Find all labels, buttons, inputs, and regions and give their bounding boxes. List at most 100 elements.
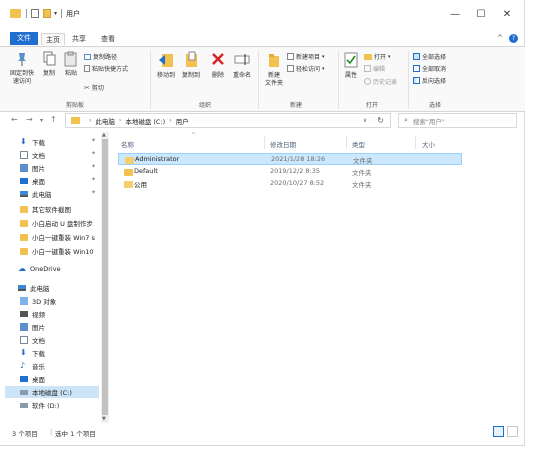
pin-icon[interactable]: ✦ bbox=[91, 150, 96, 157]
select-all-button[interactable]: 全部选择 bbox=[413, 52, 446, 61]
nav-item-videos[interactable]: 视频 bbox=[20, 308, 100, 320]
nav-item-onedrive[interactable]: ☁ OneDrive bbox=[18, 263, 98, 275]
tab-share[interactable]: 共享 bbox=[69, 33, 89, 45]
column-header-type[interactable]: 类型 bbox=[352, 139, 365, 149]
column-divider[interactable] bbox=[415, 136, 416, 149]
delete-button[interactable]: 删除 bbox=[208, 51, 228, 80]
nav-item-downloads[interactable]: ⬇ 下载 bbox=[20, 136, 100, 148]
organize-group-label: 组织 bbox=[198, 102, 211, 109]
chevron-right-icon[interactable]: › bbox=[119, 117, 121, 124]
history-icon bbox=[364, 78, 371, 85]
copy-path-button[interactable]: 复制路径 bbox=[84, 52, 117, 61]
nav-pane-scroll-thumb[interactable] bbox=[102, 139, 108, 415]
nav-item-label: 此电脑 bbox=[32, 191, 52, 199]
new-folder-button[interactable]: 新建 文件夹 bbox=[262, 51, 286, 88]
nav-item-folder[interactable]: 小白一键重装 Win10 bbox=[20, 245, 100, 257]
history-button[interactable]: 历史记录 bbox=[364, 77, 397, 86]
folder-icon bbox=[20, 219, 28, 227]
tab-file[interactable]: 文件 bbox=[10, 32, 38, 45]
address-bar[interactable]: › 此电脑 › 本地磁盘 (C:) › 用户 ∨ ↻ bbox=[65, 113, 391, 128]
scroll-down-icon[interactable]: ▼ bbox=[102, 416, 106, 422]
column-header-date[interactable]: 修改日期 bbox=[270, 139, 296, 149]
forward-icon[interactable]: → bbox=[26, 115, 33, 124]
new-folder-quick-icon[interactable] bbox=[43, 9, 51, 18]
pin-icon[interactable]: ✦ bbox=[91, 189, 96, 196]
help-icon[interactable]: ? bbox=[509, 34, 518, 43]
nav-item-documents[interactable]: 文档 bbox=[20, 149, 100, 161]
file-name: Administrator bbox=[135, 155, 180, 163]
address-dropdown-icon[interactable]: ∨ bbox=[363, 117, 367, 124]
paste-shortcut-button[interactable]: 粘贴快捷方式 bbox=[84, 64, 128, 73]
tab-home[interactable]: 主页 bbox=[41, 33, 65, 45]
properties-quick-icon[interactable] bbox=[31, 9, 39, 18]
new-item-button[interactable]: 新建项目 ▾ bbox=[287, 52, 325, 61]
refresh-icon[interactable]: ↻ bbox=[377, 116, 384, 125]
copy-button[interactable]: 复制 bbox=[40, 51, 58, 78]
recent-locations-icon[interactable]: ▾ bbox=[40, 117, 43, 124]
file-type: 文件夹 bbox=[353, 157, 373, 165]
close-button[interactable]: ✕ bbox=[492, 6, 522, 24]
table-row[interactable]: 公用 2020/10/27 8:52 文件夹 bbox=[118, 178, 462, 190]
new-group-label: 新建 bbox=[289, 102, 302, 109]
nav-item-downloads-pc[interactable]: ⬇ 下载 bbox=[20, 347, 100, 359]
tab-view[interactable]: 查看 bbox=[98, 33, 118, 45]
pin-icon[interactable]: ✦ bbox=[91, 176, 96, 183]
search-box[interactable]: ⌕ 搜索"用户" bbox=[398, 113, 517, 128]
folder-icon bbox=[20, 247, 28, 255]
nav-item-desktop-pc[interactable]: 桌面 bbox=[20, 373, 100, 385]
pin-quick-access-button[interactable]: 固定到快 速访问 bbox=[7, 51, 37, 86]
download-icon: ⬇ bbox=[20, 348, 27, 357]
column-header-name[interactable]: 名称 bbox=[121, 139, 134, 149]
open-button[interactable]: 打开 ▾ bbox=[364, 52, 391, 61]
nav-item-folder[interactable]: 小白一键重装 Win7 s bbox=[20, 231, 100, 243]
invert-selection-button[interactable]: 反向选择 bbox=[413, 76, 446, 85]
rename-button[interactable]: 重命名 bbox=[230, 51, 254, 80]
nav-item-label: 3D 对象 bbox=[32, 298, 57, 306]
collapse-ribbon-icon[interactable]: ^ bbox=[497, 34, 503, 42]
nav-item-local-disk-c[interactable]: 本地磁盘 (C:) bbox=[5, 386, 99, 398]
column-divider[interactable] bbox=[346, 136, 347, 149]
nav-item-3d-objects[interactable]: 3D 对象 bbox=[20, 295, 100, 307]
breadcrumb-local-disk-c[interactable]: 本地磁盘 (C:) bbox=[125, 116, 165, 126]
details-view-icon[interactable] bbox=[493, 426, 504, 437]
customize-quick-access-icon[interactable]: ▾ bbox=[54, 10, 57, 17]
large-icons-view-icon[interactable] bbox=[507, 426, 518, 437]
nav-item-this-pc[interactable]: 此电脑 bbox=[18, 282, 98, 294]
chevron-right-icon[interactable]: › bbox=[169, 117, 171, 124]
nav-item-folder[interactable]: 小白启动 U 盘制作步 bbox=[20, 217, 100, 229]
copy-to-label: 复制到 bbox=[181, 72, 200, 79]
nav-item-drive-d[interactable]: 软件 (D:) bbox=[20, 399, 100, 411]
pin-icon[interactable]: ✦ bbox=[91, 163, 96, 170]
column-divider[interactable] bbox=[264, 136, 265, 149]
nav-item-music[interactable]: ♪ 音乐 bbox=[20, 360, 100, 372]
scroll-up-icon[interactable]: ▲ bbox=[102, 132, 106, 138]
open-icon bbox=[364, 53, 372, 60]
nav-item-folder[interactable]: 其它软件截图 bbox=[20, 203, 100, 215]
easy-access-button[interactable]: 轻松访问 ▾ bbox=[287, 64, 325, 73]
edit-button[interactable]: 编辑 bbox=[364, 64, 385, 73]
cut-button[interactable]: ✂ 剪切 bbox=[84, 83, 104, 93]
copy-to-button[interactable]: 复制到 bbox=[179, 51, 203, 80]
up-icon[interactable]: ↑ bbox=[50, 115, 57, 124]
select-none-button[interactable]: 全部取消 bbox=[413, 64, 446, 73]
nav-item-desktop[interactable]: 桌面 bbox=[20, 175, 100, 187]
nav-item-pictures-pc[interactable]: 图片 bbox=[20, 321, 100, 333]
breadcrumb-this-pc[interactable]: 此电脑 bbox=[95, 116, 115, 126]
nav-item-documents-pc[interactable]: 文档 bbox=[20, 334, 100, 346]
breadcrumb-users[interactable]: 用户 bbox=[176, 116, 189, 126]
paste-button[interactable]: 粘贴 bbox=[62, 51, 80, 78]
back-icon[interactable]: ← bbox=[11, 115, 18, 124]
nav-item-label: 文档 bbox=[32, 337, 45, 345]
new-folder-label: 新建 文件夹 bbox=[264, 72, 283, 87]
nav-item-this-pc-quick[interactable]: 此电脑 bbox=[20, 188, 100, 200]
nav-item-pictures[interactable]: 图片 bbox=[20, 162, 100, 174]
move-to-button[interactable]: 移动到 bbox=[154, 51, 178, 80]
file-name: 公用 bbox=[134, 181, 147, 189]
table-row[interactable]: Administrator 2021/1/28 18:26 文件夹 bbox=[118, 153, 462, 165]
table-row[interactable]: Default 2019/12/2 8:35 文件夹 bbox=[118, 166, 462, 178]
pin-icon[interactable]: ✦ bbox=[91, 137, 96, 144]
document-icon bbox=[20, 151, 28, 159]
properties-button[interactable]: 属性 bbox=[341, 51, 361, 80]
pc-icon bbox=[18, 285, 26, 291]
column-header-size[interactable]: 大小 bbox=[422, 139, 435, 149]
